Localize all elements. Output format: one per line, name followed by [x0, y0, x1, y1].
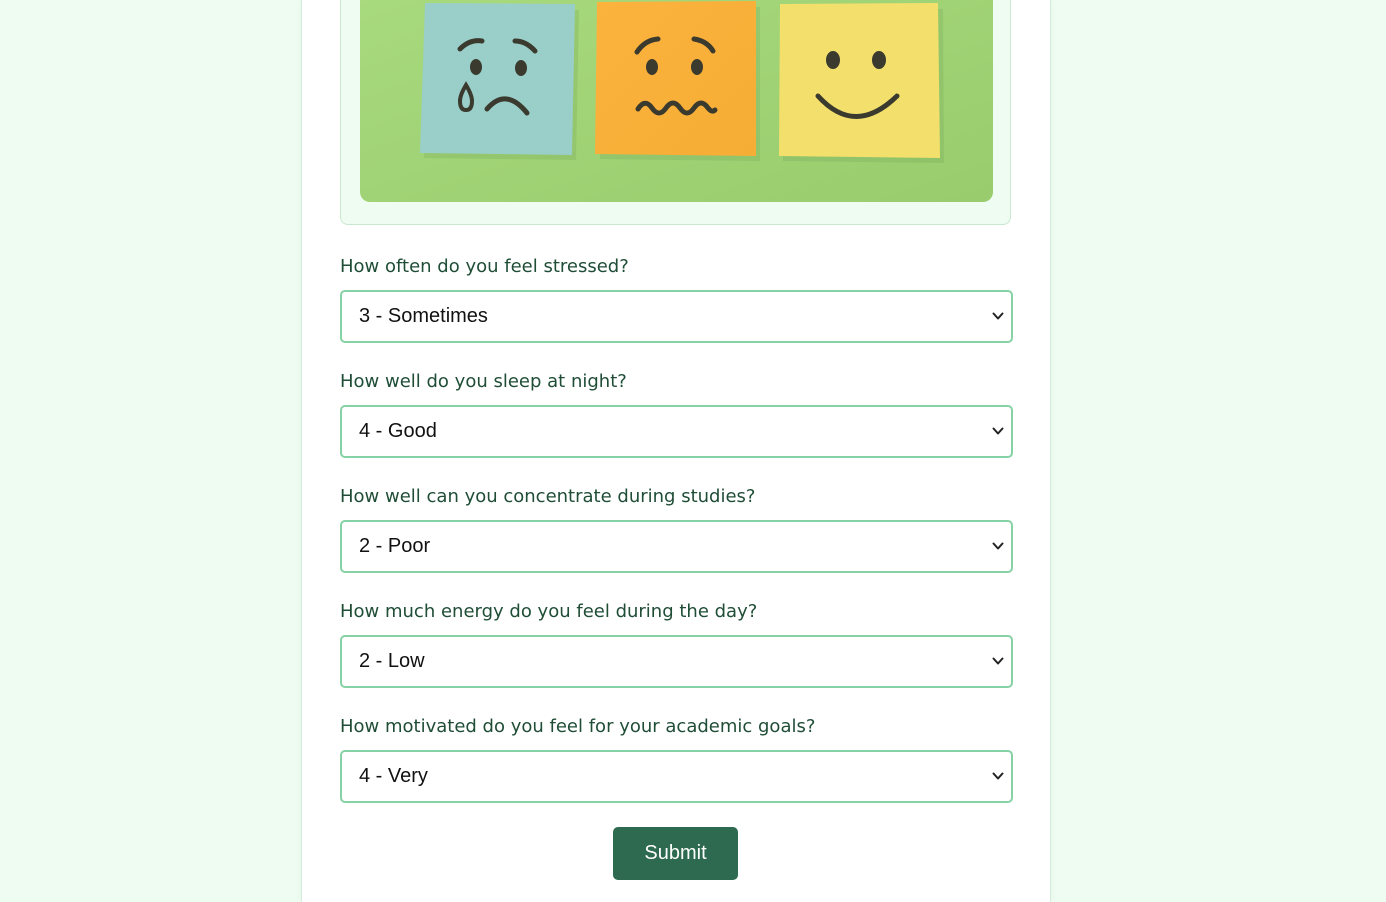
- page: How often do you feel stressed? 3 - Some…: [0, 0, 1386, 902]
- question-sleep: How well do you sleep at night? 4 - Good: [340, 370, 1013, 458]
- select-value: 2 - Poor: [359, 535, 431, 557]
- question-motivation: How motivated do you feel for your acade…: [340, 715, 1013, 803]
- question-concentration: How well can you concentrate during stud…: [340, 485, 1013, 573]
- chevron-down-icon: [992, 312, 1004, 320]
- question-label: How well do you sleep at night?: [340, 371, 627, 392]
- select-value: 2 - Low: [359, 650, 425, 672]
- sleep-select[interactable]: 4 - Good: [340, 405, 1013, 458]
- chevron-down-icon: [992, 427, 1004, 435]
- motivation-select[interactable]: 4 - Very: [340, 750, 1013, 803]
- hero-image-frame: [340, 0, 1011, 225]
- survey-card: How often do you feel stressed? 3 - Some…: [301, 0, 1051, 902]
- concentration-select[interactable]: 2 - Poor: [340, 520, 1013, 573]
- submit-button[interactable]: Submit: [613, 827, 738, 880]
- chevron-down-icon: [992, 772, 1004, 780]
- select-value: 3 - Sometimes: [359, 305, 488, 327]
- question-stress: How often do you feel stressed? 3 - Some…: [340, 255, 1013, 343]
- question-energy: How much energy do you feel during the d…: [340, 600, 1013, 688]
- chevron-down-icon: [992, 657, 1004, 665]
- select-value: 4 - Very: [359, 765, 428, 787]
- anxious-face-note: [595, 1, 760, 161]
- question-label: How well can you concentrate during stud…: [340, 486, 756, 507]
- question-label: How motivated do you feel for your acade…: [340, 716, 816, 737]
- energy-select[interactable]: 2 - Low: [340, 635, 1013, 688]
- question-label: How much energy do you feel during the d…: [340, 601, 758, 622]
- chevron-down-icon: [992, 542, 1004, 550]
- question-label: How often do you feel stressed?: [340, 256, 629, 277]
- stress-select[interactable]: 3 - Sometimes: [340, 290, 1013, 343]
- sad-face-note: [420, 3, 579, 160]
- select-value: 4 - Good: [359, 420, 437, 442]
- happy-face-note: [779, 3, 944, 163]
- mood-sticky-notes-image: [360, 0, 993, 202]
